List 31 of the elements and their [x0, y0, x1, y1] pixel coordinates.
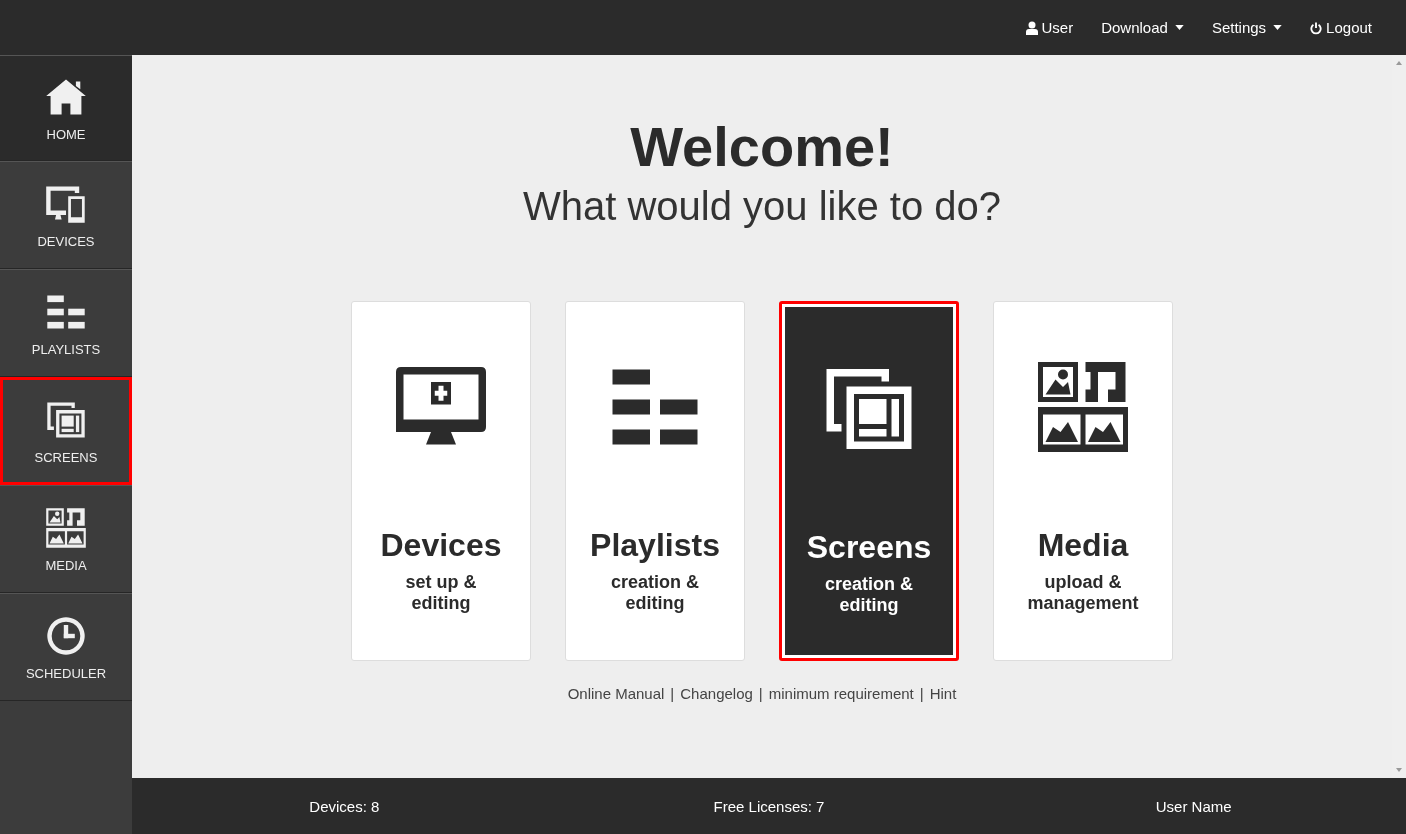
separator: |	[758, 685, 763, 702]
user-icon	[1025, 20, 1038, 35]
sidebar-item[interactable]: PLAYLISTS	[0, 269, 132, 377]
sidebar-item[interactable]: DEVICES	[0, 161, 132, 269]
subtitle: What would you like to do?	[522, 183, 1001, 230]
welcome-heading: Welcome!	[630, 115, 894, 179]
separator: |	[670, 685, 675, 702]
dropdown-menu[interactable]: Download	[1087, 19, 1198, 36]
caret-icon	[1273, 25, 1283, 30]
footer-link[interactable]: minimum requirement	[768, 685, 914, 702]
menu-card[interactable]: Media upload & management	[993, 301, 1173, 661]
footer-link[interactable]: Changelog	[680, 685, 753, 702]
status-text: Free Licenses: 7	[712, 797, 826, 815]
menu-card[interactable]: Screens creation & editing	[779, 301, 959, 661]
menu-card[interactable]: Playlists creation & editing	[565, 301, 745, 661]
caret-icon	[1174, 25, 1184, 30]
status-text: User Name	[1154, 797, 1233, 815]
sidebar-item[interactable]: SCREENS	[0, 377, 132, 485]
dropdown-menu[interactable]: Settings	[1197, 19, 1297, 36]
menu-card[interactable]: Devices set up & editing	[351, 301, 531, 661]
footer-link[interactable]: Online Manual	[567, 685, 665, 702]
nav-link[interactable]: User	[1011, 19, 1088, 36]
power-icon	[1310, 20, 1323, 35]
media-icon	[44, 505, 88, 550]
separator: |	[919, 685, 924, 702]
sidebar-item[interactable]: SCHEDULER	[0, 593, 132, 701]
sidebar-item[interactable]: MEDIA	[0, 485, 132, 593]
status-text: Devices: 8	[308, 797, 381, 815]
sidebar-item[interactable]: HOME	[0, 55, 132, 161]
logout-link[interactable]: Logout	[1296, 19, 1386, 36]
footer-link[interactable]: Hint	[929, 685, 957, 702]
